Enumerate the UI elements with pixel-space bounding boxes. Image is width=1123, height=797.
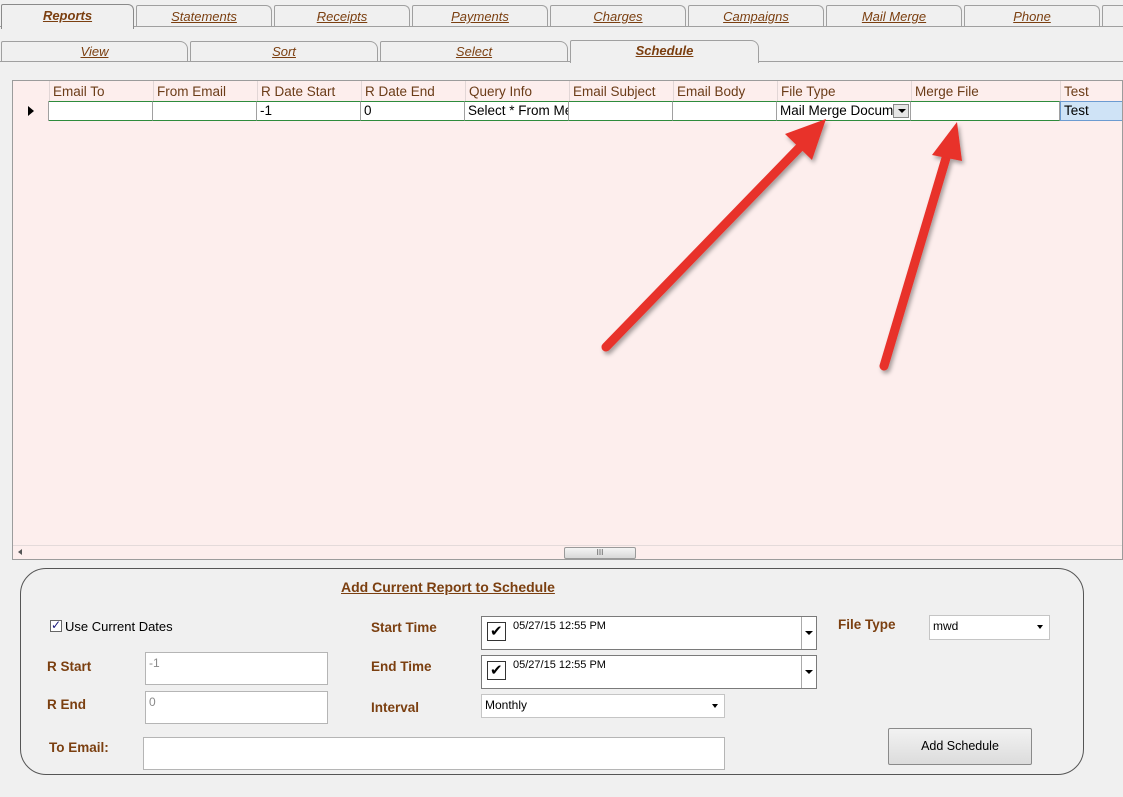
current-row-indicator-icon (28, 106, 34, 116)
col-header-email-subject[interactable]: Email Subject (569, 81, 673, 101)
col-header-email-body[interactable]: Email Body (673, 81, 777, 101)
cell-email-to[interactable] (49, 101, 153, 121)
tab-select[interactable]: Select (380, 41, 568, 62)
cell-file-type[interactable]: Mail Merge Docume (777, 101, 911, 121)
scroll-left-icon[interactable] (18, 549, 22, 555)
grid-header: Email To From Email R Date Start R Date … (13, 81, 1122, 102)
end-time-label: End Time (371, 659, 432, 674)
start-time-label: Start Time (371, 620, 437, 635)
tab-receipts[interactable]: Receipts (274, 5, 410, 27)
file-type-select-dropdown-icon[interactable] (1037, 625, 1043, 629)
col-header-from-email[interactable]: From Email (153, 81, 257, 101)
schedule-grid[interactable]: Email To From Email R Date Start R Date … (12, 80, 1123, 560)
use-current-dates-label: Use Current Dates (65, 619, 173, 634)
interval-select[interactable]: Monthly (481, 694, 725, 718)
col-header-test[interactable]: Test (1060, 81, 1122, 101)
col-header-query-info[interactable]: Query Info (465, 81, 569, 101)
cell-merge-file[interactable] (911, 101, 1060, 121)
r-end-label: R End (47, 697, 86, 712)
r-start-input[interactable]: -1 (145, 652, 328, 685)
file-type-value: mwd (933, 619, 959, 633)
panel-title[interactable]: Add Current Report to Schedule (341, 579, 555, 595)
start-time-dropdown-icon[interactable] (801, 617, 816, 649)
end-time-value: 05/27/15 12:55 PM (513, 659, 606, 671)
tab-campaigns[interactable]: Campaigns (688, 5, 824, 27)
tab-mail-merge[interactable]: Mail Merge (826, 5, 962, 27)
interval-label: Interval (371, 700, 420, 715)
cell-email-subject[interactable] (569, 101, 673, 121)
file-type-select[interactable]: mwd (929, 615, 1050, 640)
col-header-email-to[interactable]: Email To (49, 81, 153, 101)
schedule-panel: Add Current Report to Schedule Use Curre… (20, 568, 1084, 775)
use-current-dates-checkbox[interactable] (50, 618, 62, 632)
r-end-input[interactable]: 0 (145, 691, 328, 724)
tab-schedule[interactable]: Schedule (570, 40, 759, 63)
start-time-value: 05/27/15 12:55 PM (513, 620, 606, 632)
cell-query-info[interactable]: Select * From Me (465, 101, 569, 121)
to-email-input[interactable] (143, 737, 725, 770)
tab-view[interactable]: View (1, 41, 188, 62)
start-time-picker[interactable]: 05/27/15 12:55 PM (481, 616, 817, 650)
cell-r-date-end[interactable]: 0 (361, 101, 465, 121)
col-header-r-date-start[interactable]: R Date Start (257, 81, 361, 101)
end-time-dropdown-icon[interactable] (801, 656, 816, 688)
file-type-label: File Type (838, 617, 896, 632)
col-header-merge-file[interactable]: Merge File (911, 81, 1060, 101)
tab-overflow[interactable] (1102, 5, 1123, 27)
row-selector[interactable] (13, 101, 49, 121)
cell-file-type-value: Mail Merge Docume (780, 103, 901, 118)
horizontal-scrollbar[interactable]: III (13, 545, 1122, 559)
interval-dropdown-icon[interactable] (712, 704, 718, 708)
cell-from-email[interactable] (153, 101, 257, 121)
interval-value: Monthly (485, 698, 528, 712)
tab-statements[interactable]: Statements (136, 5, 272, 27)
tab-reports[interactable]: Reports (1, 4, 134, 29)
r-start-label: R Start (47, 659, 92, 674)
end-time-picker[interactable]: 05/27/15 12:55 PM (481, 655, 817, 689)
to-email-label: To Email: (49, 740, 109, 755)
sub-tab-divider (0, 61, 1123, 62)
cell-test[interactable]: Test (1060, 101, 1122, 121)
cell-r-date-start[interactable]: -1 (257, 101, 361, 121)
col-header-r-date-end[interactable]: R Date End (361, 81, 465, 101)
tab-charges[interactable]: Charges (550, 5, 686, 27)
scroll-thumb[interactable]: III (564, 547, 636, 559)
tab-phone[interactable]: Phone (964, 5, 1100, 27)
col-header-file-type[interactable]: File Type (777, 81, 911, 101)
file-type-dropdown-icon[interactable] (893, 104, 909, 118)
tab-divider (0, 26, 1123, 27)
start-time-enabled-checkbox[interactable] (487, 622, 506, 641)
end-time-enabled-checkbox[interactable] (487, 661, 506, 680)
add-schedule-button[interactable]: Add Schedule (888, 728, 1032, 765)
cell-email-body[interactable] (673, 101, 777, 121)
tab-sort[interactable]: Sort (190, 41, 378, 62)
tab-payments[interactable]: Payments (412, 5, 548, 27)
